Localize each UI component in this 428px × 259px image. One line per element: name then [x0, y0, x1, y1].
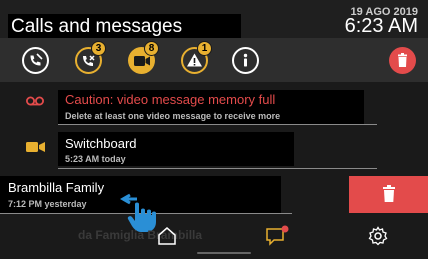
missed-calls-badge: 3	[91, 41, 106, 56]
list-item[interactable]: Caution: video message memory full Delet…	[0, 90, 428, 126]
missed-calls-button[interactable]: 3	[75, 41, 106, 74]
row-title: Caution: video message memory full	[65, 92, 276, 107]
page-title: Calls and messages	[11, 16, 183, 37]
delete-all-button[interactable]	[389, 47, 416, 74]
chat-icon[interactable]	[265, 224, 291, 246]
phone-settings-button[interactable]	[22, 47, 49, 74]
list-item-swiped[interactable]: Brambilla Family 7:12 PM yesterday	[0, 176, 428, 214]
alarms-badge: 1	[197, 41, 212, 56]
phone-settings-icon	[22, 47, 49, 74]
video-messages-badge: 8	[144, 41, 159, 56]
info-button[interactable]	[232, 47, 259, 74]
row-subtitle: Delete at least one video message to rec…	[65, 111, 281, 121]
home-icon[interactable]	[157, 226, 177, 246]
toolbar	[0, 38, 428, 82]
trash-icon	[383, 185, 395, 202]
row-subtitle: 5:23 AM today	[65, 154, 126, 164]
info-icon	[232, 47, 259, 74]
trash-icon	[398, 53, 407, 67]
delete-message-button[interactable]	[349, 176, 428, 213]
row-subtitle: 7:12 PM yesterday	[8, 199, 87, 209]
divider	[58, 168, 377, 169]
video-messages-button[interactable]: 8	[128, 41, 159, 74]
video-camera-icon	[26, 142, 45, 152]
list-item[interactable]: Switchboard 5:23 AM today	[0, 132, 428, 169]
row-title: Brambilla Family	[8, 180, 105, 195]
row-title: Switchboard	[65, 136, 137, 151]
alarms-button[interactable]: 1	[181, 41, 212, 74]
home-indicator	[197, 252, 251, 254]
clock: 6:23 AM	[344, 15, 418, 37]
divider	[58, 124, 377, 125]
settings-icon[interactable]	[368, 226, 388, 246]
voicemail-icon	[26, 96, 44, 106]
